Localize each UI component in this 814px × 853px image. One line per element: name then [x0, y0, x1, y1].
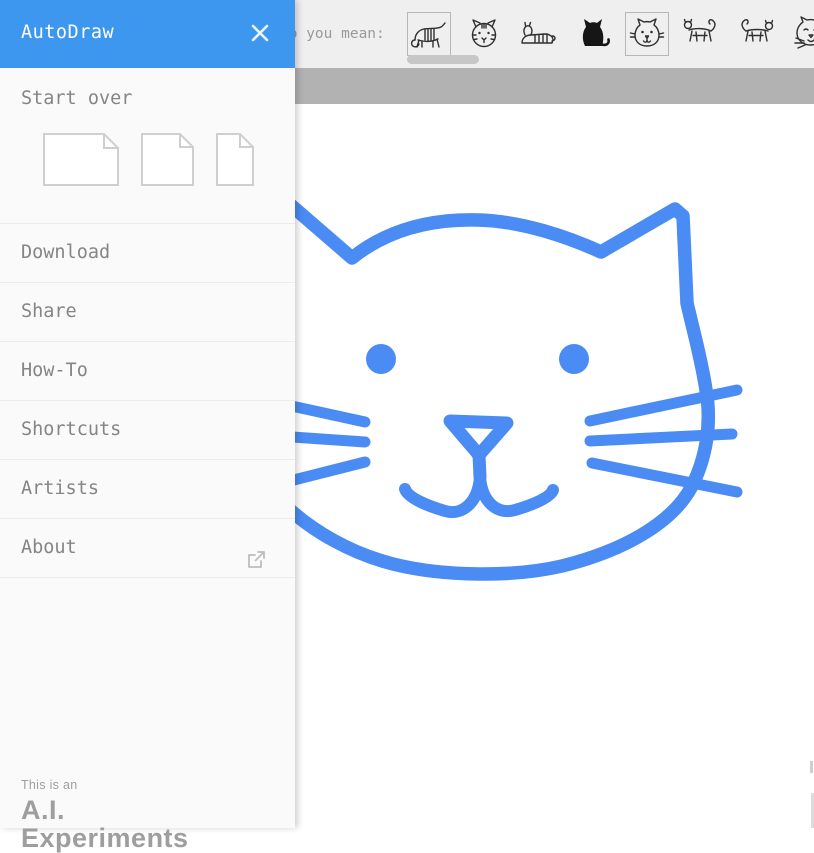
portrait-canvas-icon[interactable]: [216, 133, 254, 186]
sidebar-menu: AutoDraw Start over: [0, 0, 295, 828]
menu-item-download[interactable]: Download: [0, 224, 295, 283]
app-title: AutoDraw: [21, 22, 114, 43]
footer-ai: A.I.: [21, 796, 189, 824]
suggestion-scrollbar-thumb[interactable]: [407, 55, 479, 64]
suggestion-cat-walking-tail-curled-icon[interactable]: [679, 12, 723, 56]
menu-item-shortcuts[interactable]: Shortcuts: [0, 401, 295, 460]
menu-item-about-label: About: [21, 537, 77, 558]
external-link-icon: [245, 537, 267, 595]
close-icon[interactable]: [247, 20, 273, 46]
suggestion-cat-silhouette-icon[interactable]: [570, 12, 614, 56]
square-canvas-icon[interactable]: [141, 133, 194, 186]
sidebar-header: AutoDraw: [0, 0, 295, 68]
right-edge-mark: [810, 761, 813, 773]
menu-item-how-to[interactable]: How-To: [0, 342, 295, 401]
suggestion-tiger-lying-icon[interactable]: [516, 12, 560, 56]
ai-experiments-logo[interactable]: This is an A.I. Experiments: [21, 778, 189, 852]
do-you-mean-label: Do you mean:: [280, 26, 385, 42]
footer-tagline: This is an: [21, 778, 189, 792]
menu-item-artists[interactable]: Artists: [0, 460, 295, 519]
start-over-label: Start over: [21, 88, 132, 109]
canvas-size-options: [43, 133, 254, 186]
menu-item-share[interactable]: Share: [0, 283, 295, 342]
footer-experiments: Experiments: [21, 824, 189, 852]
suggestion-cat-face-icon[interactable]: [625, 12, 669, 56]
sidebar-nav: Download Share How-To Shortcuts Artists …: [0, 224, 295, 578]
landscape-canvas-icon[interactable]: [43, 133, 119, 186]
start-over-section: Start over: [0, 68, 295, 224]
suggestion-tiger-walking-icon[interactable]: [407, 12, 451, 56]
suggestion-cat-walking-icon[interactable]: [734, 12, 778, 56]
suggestion-tiger-face-icon[interactable]: [462, 12, 506, 56]
menu-item-about[interactable]: About: [0, 519, 295, 578]
suggestion-cat-face-whiskers-icon[interactable]: [788, 12, 814, 56]
